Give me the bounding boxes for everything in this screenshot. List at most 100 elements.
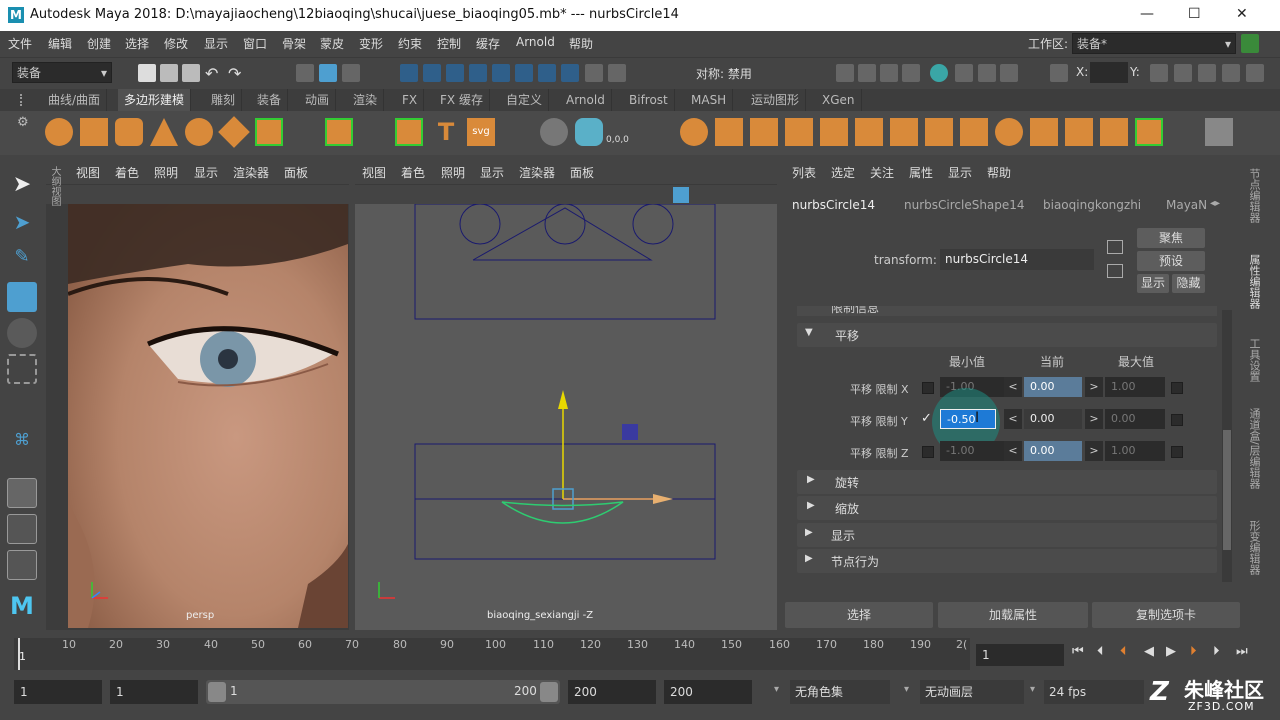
side-tab-channel-box[interactable]: 通道盒/层编辑器	[1244, 408, 1262, 508]
collapse-icon[interactable]	[1065, 118, 1093, 146]
character-set-select[interactable]: 无角色集	[790, 680, 890, 704]
prev-key-icon[interactable]: ⏴	[1120, 644, 1127, 659]
snap-point-icon[interactable]	[446, 64, 464, 82]
vp-menu-renderer[interactable]: 渲染器	[519, 164, 555, 181]
select-hierarchy-icon[interactable]	[296, 64, 314, 82]
shelf-grip-icon[interactable]	[20, 94, 24, 106]
range-end-handle[interactable]	[540, 682, 558, 702]
limit-z-min-field[interactable]: -1.00	[940, 441, 1004, 461]
lasso-tool-icon[interactable]: ➤	[7, 210, 37, 240]
combine-icon[interactable]	[680, 118, 708, 146]
vp-menu-lighting[interactable]: 照明	[154, 164, 178, 181]
select-tool-icon[interactable]: ➤	[7, 172, 37, 202]
anim-start-field[interactable]: 1	[14, 680, 102, 704]
limit-z-set-min-button[interactable]: <	[1004, 441, 1022, 461]
single-pane-icon[interactable]	[7, 478, 37, 508]
minimize-icon[interactable]: —	[1140, 6, 1154, 22]
open-scene-icon[interactable]	[160, 64, 178, 82]
lock-icon[interactable]	[1241, 34, 1259, 53]
ae-tab-controller[interactable]: biaoqingkongzhi	[1043, 198, 1141, 212]
menu-modify[interactable]: 修改	[164, 35, 188, 52]
chevron-down-icon[interactable]: ▾	[904, 684, 909, 695]
time-slider[interactable]: 1 10 20 30 40 50 60 70 80 90 100 110 120…	[0, 636, 1280, 674]
range-start-handle[interactable]	[208, 682, 226, 702]
ae-menu-list[interactable]: 列表	[792, 164, 816, 181]
anim-end-field[interactable]: 200	[664, 680, 752, 704]
viewport-icon-bar[interactable]	[355, 184, 777, 204]
limit-y-max-field[interactable]: 0.00	[1105, 409, 1165, 429]
ipr-icon[interactable]	[880, 64, 898, 82]
modeling-toolkit-icon[interactable]	[1150, 64, 1168, 82]
highlight-selection-icon[interactable]	[608, 64, 626, 82]
ae-scrollbar-thumb[interactable]	[1223, 430, 1231, 550]
ae-menu-selected[interactable]: 选定	[831, 164, 855, 181]
menu-skeleton[interactable]: 骨架	[282, 35, 306, 52]
bridge-icon[interactable]	[960, 118, 988, 146]
input-node-icon[interactable]	[1107, 264, 1123, 278]
vp-menu-show[interactable]: 显示	[480, 164, 504, 181]
limit-x-max-field[interactable]: 1.00	[1105, 377, 1165, 397]
menu-set-select[interactable]: 装备 ▾	[12, 62, 112, 83]
playback-end-field[interactable]: 200	[568, 680, 656, 704]
menu-skin[interactable]: 蒙皮	[320, 35, 344, 52]
limit-z-set-max-button[interactable]: >	[1085, 441, 1103, 461]
menu-cache[interactable]: 缓存	[476, 35, 500, 52]
render-icon[interactable]	[836, 64, 854, 82]
snap-grid-icon[interactable]	[400, 64, 418, 82]
render-seq-icon[interactable]	[858, 64, 876, 82]
attribute-editor-toggle-icon[interactable]	[1198, 64, 1216, 82]
go-to-end-icon[interactable]: ⏭	[1236, 644, 1248, 659]
extrude-icon[interactable]	[890, 118, 918, 146]
merge-icon[interactable]	[1030, 118, 1058, 146]
render-settings-icon[interactable]	[902, 64, 920, 82]
symmetry-label[interactable]: 对称: 禁用	[696, 65, 752, 82]
limit-x-current-field[interactable]: 0.00	[1024, 377, 1082, 397]
sphere-select-icon[interactable]	[540, 118, 568, 146]
focus-button[interactable]: 聚焦	[1137, 228, 1205, 248]
fps-select[interactable]: 24 fps	[1044, 680, 1144, 704]
limit-y-set-min-button[interactable]: <	[1004, 409, 1022, 429]
shelf-tab-fx-cache[interactable]: FX 缓存	[434, 89, 490, 111]
ae-menu-show[interactable]: 显示	[948, 164, 972, 181]
playback-start-field[interactable]: 1	[110, 680, 198, 704]
poly-disc-icon[interactable]	[255, 118, 283, 146]
sound-icon[interactable]	[575, 118, 603, 146]
section-rotate[interactable]: ▶ 旋转	[797, 470, 1217, 494]
ae-tab-mayan[interactable]: MayaN	[1166, 198, 1207, 212]
menu-control[interactable]: 控制	[437, 35, 461, 52]
side-tab-shape-editor[interactable]: 形变编辑器	[1244, 520, 1262, 590]
history-icon[interactable]	[561, 64, 579, 82]
ae-menu-help[interactable]: 帮助	[987, 164, 1011, 181]
poly-torus-icon[interactable]	[185, 118, 213, 146]
shelf-tab-poly[interactable]: 多边形建模	[118, 89, 192, 111]
extract-icon[interactable]	[750, 118, 778, 146]
mirror-icon[interactable]	[855, 118, 883, 146]
x-field[interactable]	[1090, 62, 1128, 83]
lock-selection-icon[interactable]	[585, 64, 603, 82]
character-controls-icon[interactable]	[1174, 64, 1192, 82]
limit-x-set-max-button[interactable]: >	[1085, 377, 1103, 397]
paint-select-icon[interactable]: ✎	[7, 246, 37, 276]
play-back-icon[interactable]: ◀	[1144, 644, 1154, 659]
vp-menu-lighting[interactable]: 照明	[441, 164, 465, 181]
fill-hole-icon[interactable]	[995, 118, 1023, 146]
super-shape-icon[interactable]	[395, 118, 423, 146]
boolean-icon[interactable]	[820, 118, 848, 146]
shelf-tab-curves[interactable]: 曲线/曲面	[42, 89, 108, 111]
section-display[interactable]: ▶ 显示	[797, 523, 1217, 547]
shaded-icon[interactable]	[673, 187, 689, 203]
channel-box-toggle-icon[interactable]	[1246, 64, 1264, 82]
shelf-tab-mash[interactable]: MASH	[685, 89, 734, 111]
maximize-icon[interactable]: ☐	[1188, 6, 1201, 22]
next-key-icon[interactable]: ⏵	[1190, 644, 1197, 659]
viewport-camera[interactable]: 视图 着色 照明 显示 渲染器 面板 biaoqing_sexiangji -Z	[355, 160, 777, 630]
separate-icon[interactable]	[715, 118, 743, 146]
redo-icon[interactable]: ↷	[228, 64, 246, 83]
undo-icon[interactable]: ↶	[205, 64, 223, 83]
menu-create[interactable]: 创建	[87, 35, 111, 52]
menu-help[interactable]: 帮助	[569, 35, 593, 52]
select-button[interactable]: 选择	[785, 602, 933, 628]
sculpt-icon[interactable]	[1135, 118, 1163, 146]
section-scale[interactable]: ▶ 缩放	[797, 496, 1217, 520]
bevel-icon[interactable]	[925, 118, 953, 146]
